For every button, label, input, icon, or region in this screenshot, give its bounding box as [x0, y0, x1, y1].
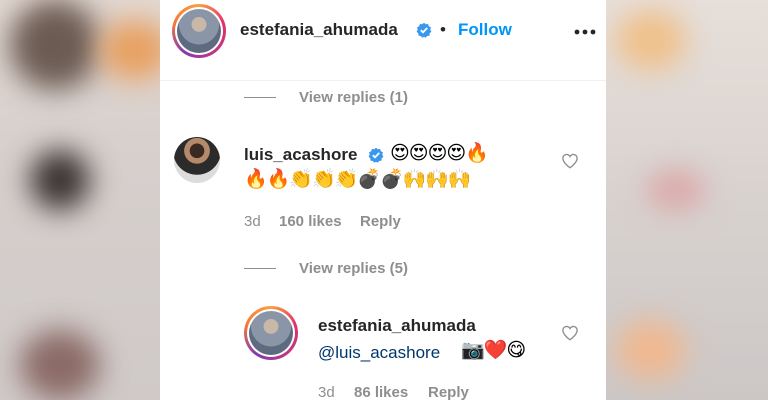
like-heart-icon[interactable] — [561, 324, 579, 342]
blurred-shape — [616, 320, 686, 380]
avatar — [177, 9, 221, 53]
comment-username[interactable]: luis_acashore — [244, 145, 357, 165]
reply-time: 3d — [318, 384, 335, 400]
more-options-icon[interactable] — [574, 28, 596, 36]
separator-dot: • — [440, 20, 446, 39]
mention-link[interactable]: @luis_acashore — [318, 343, 440, 363]
blurred-shape — [30, 150, 90, 210]
story-avatar[interactable] — [172, 4, 226, 58]
header-username[interactable]: estefania_ahumada — [240, 20, 398, 40]
story-avatar[interactable] — [244, 306, 298, 360]
view-replies-button[interactable]: View replies (5) — [299, 260, 408, 277]
comments-panel: estefania_ahumada • Follow View replies … — [160, 0, 606, 400]
blurred-shape — [646, 170, 706, 210]
comment-time: 3d — [244, 213, 261, 230]
comment-meta: 3d — [244, 213, 261, 230]
blurred-shape — [20, 330, 100, 400]
reply-username[interactable]: estefania_ahumada — [318, 316, 476, 336]
verified-badge-icon — [368, 147, 384, 163]
follow-button[interactable]: Follow — [458, 20, 512, 40]
blurred-shape — [100, 20, 160, 80]
blurred-background-left — [0, 0, 160, 400]
verified-badge-icon — [416, 22, 432, 38]
reply-button[interactable]: Reply — [428, 384, 469, 400]
replies-divider-line — [244, 97, 276, 98]
blurred-shape — [616, 10, 686, 70]
replies-divider-line — [244, 268, 276, 269]
reply-button[interactable]: Reply — [360, 213, 401, 230]
reply-emojis: 📷❤️😋 — [461, 340, 526, 361]
view-replies-button[interactable]: View replies (1) — [299, 89, 408, 106]
avatar[interactable] — [174, 137, 220, 183]
avatar — [249, 311, 293, 355]
comment-emojis-line-1: 😍😍😍😍🔥 — [390, 143, 489, 164]
likes-count[interactable]: 86 likes — [354, 384, 408, 400]
comment-emojis-line-2: 🔥🔥👏👏👏💣💣🙌🙌🙌 — [244, 169, 472, 190]
likes-count[interactable]: 160 likes — [279, 213, 342, 230]
blurred-background-right — [606, 0, 768, 400]
blurred-shape — [10, 0, 100, 90]
post-header: estefania_ahumada • Follow — [160, 0, 606, 81]
like-heart-icon[interactable] — [561, 152, 579, 170]
